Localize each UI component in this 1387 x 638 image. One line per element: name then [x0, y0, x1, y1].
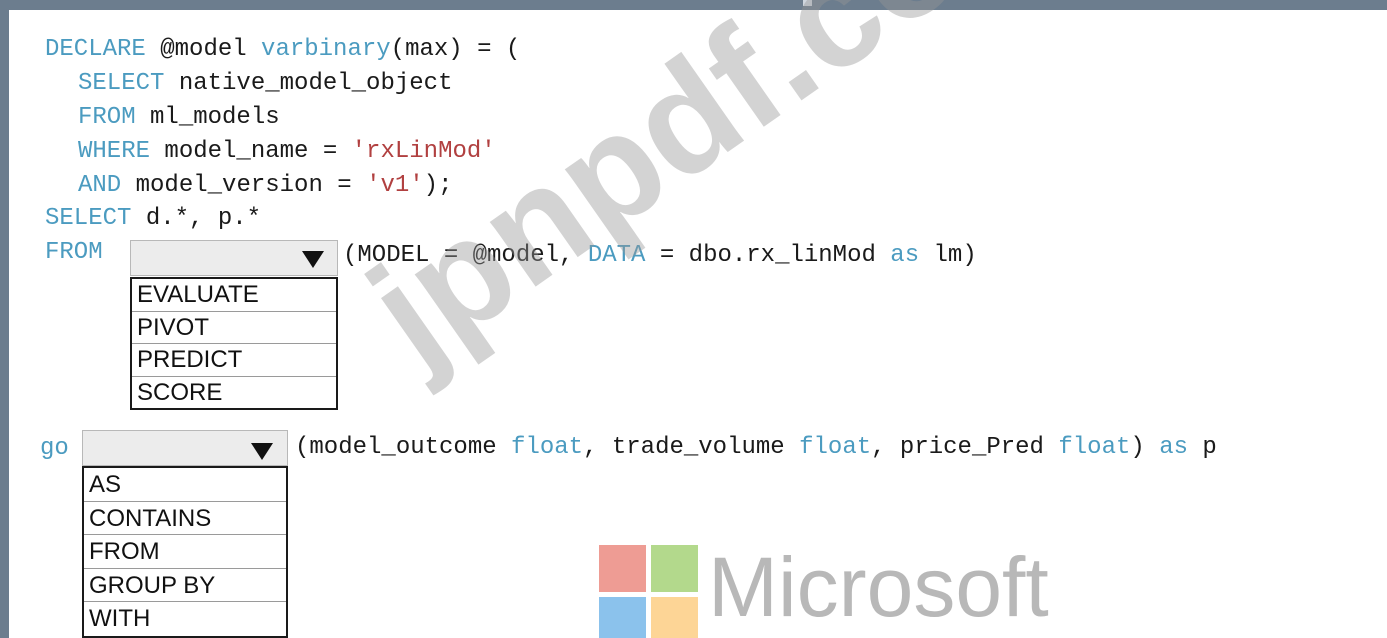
code-line-from: FROM [45, 238, 103, 268]
code-line-go: go [40, 434, 69, 464]
option-score[interactable]: SCORE [132, 377, 336, 410]
code-line-where: WHERE model_name = 'rxLinMod' [78, 137, 496, 167]
code-text: ) [1130, 434, 1160, 461]
keyword: AND [78, 172, 122, 199]
clause-options-list: AS CONTAINS FROM GROUP BY WITH [82, 466, 288, 638]
code-line-from-models: FROM ml_models [78, 103, 280, 133]
keyword: WHERE [78, 138, 151, 165]
code-text: ); [423, 172, 453, 199]
option-as[interactable]: AS [84, 468, 286, 502]
code-text: native_model_object [164, 70, 453, 97]
keyword: SELECT [45, 205, 132, 232]
string-literal: 'rxLinMod' [351, 138, 496, 165]
code-text: lm) [919, 242, 977, 269]
window-left-border [0, 10, 9, 638]
code-text: (model_outcome [295, 434, 512, 461]
microsoft-logo-text: Microsoft [708, 540, 1049, 634]
code-text: p [1188, 434, 1217, 461]
keyword: float [799, 434, 872, 461]
code-text: = dbo.rx_linMod [645, 242, 891, 269]
function-options-list: EVALUATE PIVOT PREDICT SCORE [130, 277, 338, 410]
option-with[interactable]: WITH [84, 602, 286, 636]
string-literal: 'v1' [366, 172, 424, 199]
chevron-down-icon[interactable] [251, 443, 273, 460]
option-group-by[interactable]: GROUP BY [84, 569, 286, 602]
option-evaluate[interactable]: EVALUATE [132, 279, 336, 312]
keyword: go [40, 435, 69, 462]
keyword: DECLARE [45, 36, 146, 63]
keyword: float [511, 434, 584, 461]
code-line-model-args: (MODEL = @model, DATA = dbo.rx_linMod as… [343, 241, 977, 271]
code-text: , price_Pred [871, 434, 1059, 461]
top-border-marker [803, 0, 812, 6]
code-text: model_version = [121, 172, 367, 199]
keyword: varbinary [261, 36, 391, 63]
window-top-border [0, 0, 1387, 10]
code-text: @model [145, 36, 262, 63]
option-from[interactable]: FROM [84, 535, 286, 569]
option-contains[interactable]: CONTAINS [84, 502, 286, 535]
keyword: DATA [587, 242, 646, 269]
code-text: model_name = [150, 138, 352, 165]
code-text: ml_models [135, 104, 280, 131]
keyword: SELECT [78, 70, 165, 97]
option-pivot[interactable]: PIVOT [132, 312, 336, 344]
code-line-and: AND model_version = 'v1'); [78, 171, 452, 201]
keyword: as [890, 242, 920, 269]
ms-logo-red-square [599, 545, 646, 592]
code-text: , trade_volume [583, 434, 800, 461]
code-text: d.*, p.* [131, 205, 262, 232]
code-line-select-dp: SELECT d.*, p.* [45, 204, 261, 234]
code-line-select-native: SELECT native_model_object [78, 69, 452, 99]
code-text: (MODEL = @model, [343, 242, 588, 269]
code-line-declare: DECLARE @model varbinary(max) = ( [45, 35, 520, 65]
keyword: as [1159, 434, 1188, 461]
ms-logo-yellow-square [651, 597, 698, 638]
code-line-outcome: (model_outcome float, trade_volume float… [295, 433, 1217, 463]
code-text: (max) = ( [390, 36, 521, 63]
ms-logo-blue-square [599, 597, 646, 638]
keyword: float [1058, 434, 1131, 461]
option-predict[interactable]: PREDICT [132, 344, 336, 377]
keyword: FROM [45, 239, 103, 266]
ms-logo-green-square [651, 545, 698, 592]
keyword: FROM [78, 104, 136, 131]
chevron-down-icon[interactable] [302, 251, 324, 268]
